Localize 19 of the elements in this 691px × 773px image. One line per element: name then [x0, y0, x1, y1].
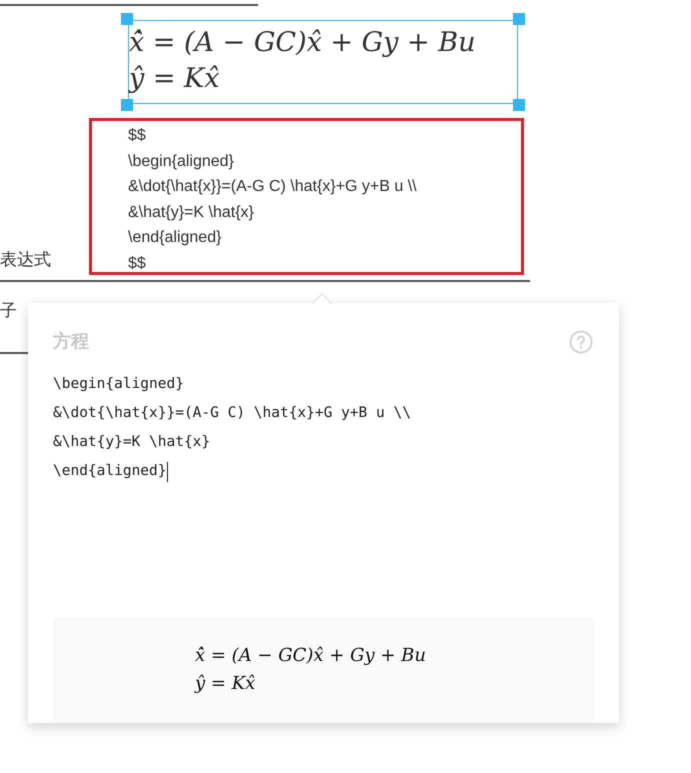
paragraph-text: 子 [0, 301, 17, 320]
equation-line: ẋ̂ = (A − GC)x̂ + Gy + Bu [195, 644, 426, 668]
code-editor[interactable]: \begin{aligned} &\dot{\hat{x}}=(A-G C) \hat{x}+G y+B u \\ &\hat{y}=K \hat{x} \end{aligned} [53, 370, 594, 556]
source-line: \begin{aligned} [128, 152, 234, 172]
paragraph-text: 表达式 [0, 250, 51, 269]
source-line: $$ [128, 254, 146, 274]
source-line: &\hat{y}=K \hat{x} [128, 202, 254, 222]
code-line: \end{aligned} [53, 462, 166, 481]
source-line: $$ [128, 126, 146, 146]
math-source[interactable]: $$ \begin{aligned} &\dot{\hat{x}}=(A-G C) \hat{x}+G y+B u \\ &\hat{y}=K \hat{x} \end{aligned} $$ [89, 118, 524, 275]
code-line: &\dot{\hat{x}}=(A-G C) \hat{x}+G y+B u \\ [53, 404, 411, 423]
source-line: &\dot{\hat{x}}=(A-G C) \hat{x}+G y+B u \\ [128, 177, 417, 197]
equation-line: ŷ = Kx̂ [195, 672, 256, 696]
source-line: \end{aligned} [128, 228, 222, 248]
code-line: &\hat{y}=K \hat{x} [53, 433, 210, 452]
equation-line: ẋ̂ = (A − GC)x̂ + Gy + Bu [129, 26, 476, 60]
equation-line: ŷ = Kx̂ [129, 62, 220, 96]
code-line: \begin{aligned} [53, 375, 184, 394]
math-block[interactable]: ẋ̂ = (A − GC)x̂ + Gy + Bu ŷ = Kx̂ [128, 20, 518, 104]
